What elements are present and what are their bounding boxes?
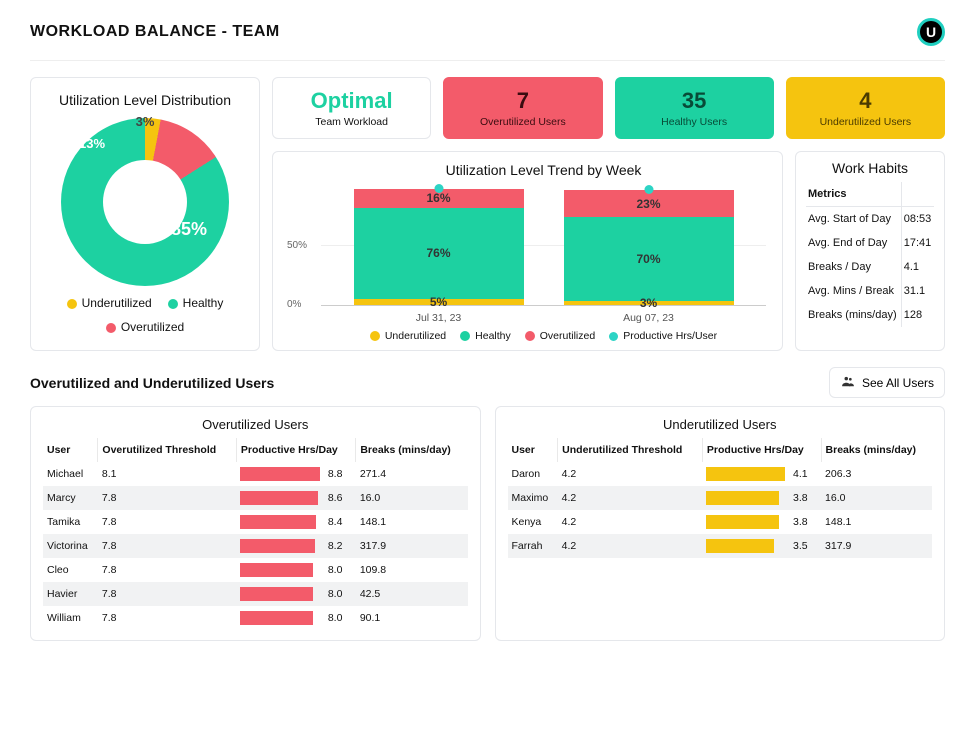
over-table-title: Overutilized Users xyxy=(43,417,468,432)
table-row: William7.88.090.1 xyxy=(43,606,468,630)
stat-underutilized[interactable]: 4 Underutilized Users xyxy=(786,77,945,139)
topbar: WORKLOAD BALANCE - TEAM U xyxy=(30,18,945,61)
col-header: Breaks (mins/day) xyxy=(821,438,932,462)
trend-segment: 70% xyxy=(564,217,734,301)
table-row: Cleo7.88.0109.8 xyxy=(43,558,468,582)
trend-chart: 0% 50% 16%76%5%23%70%3% xyxy=(321,186,766,306)
col-header: Underutilized Threshold xyxy=(558,438,703,462)
over-table-card: Overutilized Users UserOverutilized Thre… xyxy=(30,406,481,641)
habits-row: Avg. Mins / Break31.1 xyxy=(806,279,934,303)
users-icon xyxy=(840,374,856,391)
trend-segment: 3% xyxy=(564,301,734,305)
trend-segment: 5% xyxy=(354,299,524,305)
table-row: Michael8.18.8271.4 xyxy=(43,462,468,486)
section-title: Overutilized and Underutilized Users xyxy=(30,375,274,391)
col-header: Breaks (mins/day) xyxy=(356,438,468,462)
table-row: Marcy7.88.616.0 xyxy=(43,486,468,510)
habits-row: Avg. Start of Day08:53 xyxy=(806,207,934,232)
trend-title: Utilization Level Trend by Week xyxy=(321,162,766,178)
trend-xlabels: Jul 31, 23 Aug 07, 23 xyxy=(321,312,766,324)
trend-stack: 23%70%3% xyxy=(564,190,734,305)
trend-point xyxy=(434,184,443,193)
stat-optimal: Optimal Team Workload xyxy=(272,77,431,139)
table-row: Tamika7.88.4148.1 xyxy=(43,510,468,534)
table-row: Victorina7.88.2317.9 xyxy=(43,534,468,558)
table-row: Kenya4.23.8148.1 xyxy=(508,510,933,534)
donut-label-healthy: 85% xyxy=(171,219,207,240)
legend-item: Productive Hrs/User xyxy=(609,330,717,342)
trend-segment: 23% xyxy=(564,190,734,218)
habits-row: Breaks (mins/day)128 xyxy=(806,303,934,327)
under-table: UserUnderutilized ThresholdProductive Hr… xyxy=(508,438,933,558)
under-table-card: Underutilized Users UserUnderutilized Th… xyxy=(495,406,946,641)
trend-segment: 76% xyxy=(354,208,524,299)
donut-title: Utilization Level Distribution xyxy=(41,92,249,108)
table-row: Farrah4.23.5317.9 xyxy=(508,534,933,558)
trend-legend: Underutilized Healthy Overutilized Produ… xyxy=(321,330,766,342)
stat-healthy[interactable]: 35 Healthy Users xyxy=(615,77,774,139)
legend-item: Overutilized xyxy=(106,320,184,334)
table-row: Daron4.24.1206.3 xyxy=(508,462,933,486)
donut-chart: 3% 13% 85% xyxy=(61,118,229,286)
trend-stack: 16%76%5% xyxy=(354,189,524,305)
stat-row: Optimal Team Workload 7 Overutilized Use… xyxy=(272,77,945,139)
col-header: Overutilized Threshold xyxy=(98,438,237,462)
col-header: Productive Hrs/Day xyxy=(702,438,821,462)
donut-legend: Underutilized Healthy Overutilized xyxy=(41,296,249,334)
under-table-title: Underutilized Users xyxy=(508,417,933,432)
stat-overutilized[interactable]: 7 Overutilized Users xyxy=(443,77,602,139)
col-header: Productive Hrs/Day xyxy=(236,438,355,462)
habits-card: Work Habits Metrics Avg. Start of Day08:… xyxy=(795,151,945,351)
page-title: WORKLOAD BALANCE - TEAM xyxy=(30,23,280,41)
col-header: User xyxy=(43,438,98,462)
legend-item: Overutilized xyxy=(525,330,595,342)
col-header: User xyxy=(508,438,558,462)
see-all-users-button[interactable]: See All Users xyxy=(829,367,945,398)
trend-point xyxy=(644,185,653,194)
donut-label-over: 13% xyxy=(79,136,105,151)
legend-item: Healthy xyxy=(168,296,224,310)
legend-item: Underutilized xyxy=(370,330,446,342)
brand-logo[interactable]: U xyxy=(917,18,945,46)
legend-item: Healthy xyxy=(460,330,511,342)
trend-card: Utilization Level Trend by Week 0% 50% 1… xyxy=(272,151,783,351)
table-row: Maximo4.23.816.0 xyxy=(508,486,933,510)
habits-title: Work Habits xyxy=(806,160,934,176)
donut-card: Utilization Level Distribution 3% 13% 85… xyxy=(30,77,260,351)
habits-table: Metrics Avg. Start of Day08:53Avg. End o… xyxy=(806,182,934,327)
over-table: UserOverutilized ThresholdProductive Hrs… xyxy=(43,438,468,630)
table-row: Havier7.88.042.5 xyxy=(43,582,468,606)
habits-row: Breaks / Day4.1 xyxy=(806,255,934,279)
habits-row: Avg. End of Day17:41 xyxy=(806,231,934,255)
donut-label-under: 3% xyxy=(136,114,155,129)
legend-item: Underutilized xyxy=(67,296,152,310)
